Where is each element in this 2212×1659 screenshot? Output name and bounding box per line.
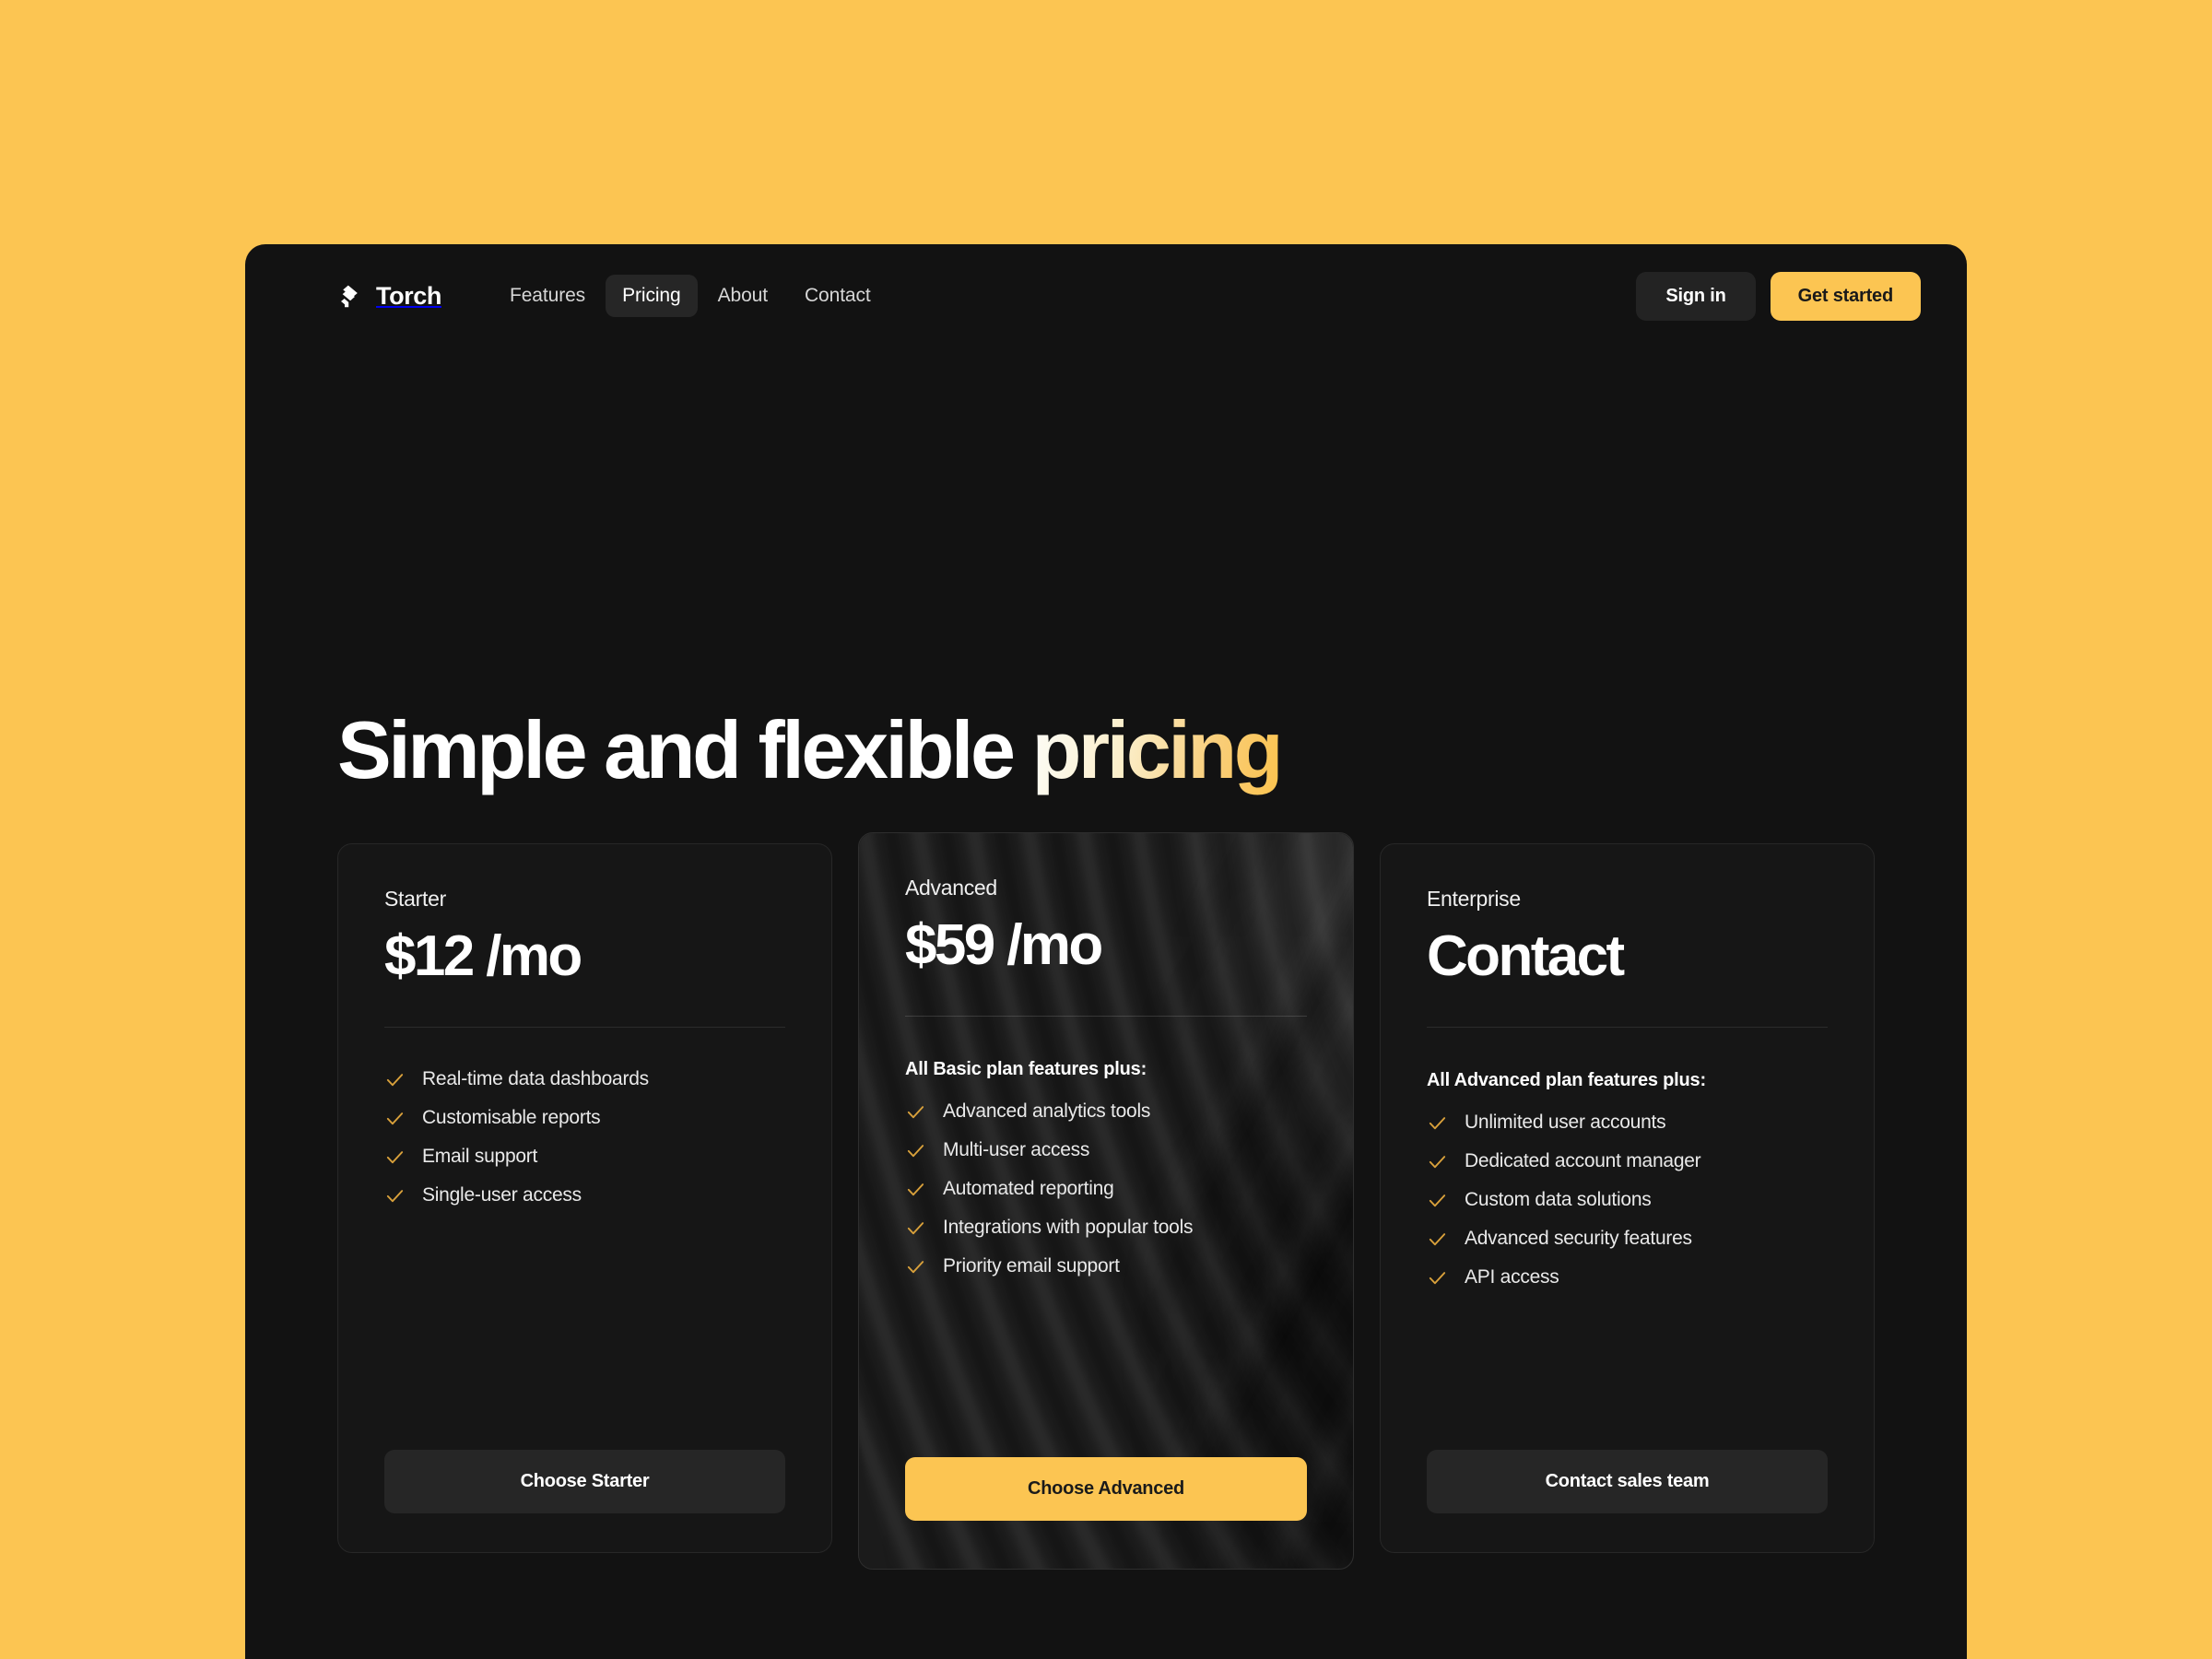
check-icon — [905, 1256, 926, 1277]
nav-item-about[interactable]: About — [701, 275, 784, 317]
feature-label: Advanced analytics tools — [943, 1100, 1151, 1123]
feature-label: Email support — [422, 1146, 538, 1168]
signal-waves-icon — [337, 282, 365, 310]
feature-label: Multi-user access — [943, 1139, 1090, 1161]
feature-item: Multi-user access — [905, 1139, 1307, 1161]
pricing-plans-grid: Starter $12 /mo Real-time data dashboard… — [337, 832, 1875, 1570]
feature-label: Real-time data dashboards — [422, 1068, 649, 1090]
feature-item: Advanced security features — [1427, 1228, 1828, 1250]
page-title-plain: Simple and flexible — [337, 704, 1032, 795]
check-icon — [1427, 1112, 1448, 1134]
plan-features-intro: All Advanced plan features plus: — [1427, 1070, 1706, 1091]
feature-item: Single-user access — [384, 1184, 785, 1206]
feature-item: Custom data solutions — [1427, 1189, 1828, 1211]
hero-section: Simple and flexible pricing — [337, 710, 1284, 791]
plan-card-enterprise: Enterprise Contact All Advanced plan fea… — [1380, 843, 1875, 1553]
feature-label: Advanced security features — [1465, 1228, 1692, 1250]
plan-name: Advanced — [905, 876, 997, 900]
feature-label: Single-user access — [422, 1184, 582, 1206]
feature-item: Advanced analytics tools — [905, 1100, 1307, 1123]
header-actions: Sign in Get started — [1636, 271, 1921, 321]
check-icon — [1427, 1151, 1448, 1172]
feature-label: Automated reporting — [943, 1178, 1114, 1200]
primary-nav: Features Pricing About Contact — [493, 275, 888, 317]
feature-item: Priority email support — [905, 1255, 1307, 1277]
feature-label: API access — [1465, 1266, 1559, 1288]
plan-divider — [1427, 1027, 1828, 1029]
brand-name: Torch — [376, 281, 441, 310]
get-started-button[interactable]: Get started — [1770, 271, 1921, 321]
page-title: Simple and flexible pricing — [337, 710, 1284, 791]
sign-in-button[interactable]: Sign in — [1636, 271, 1756, 321]
check-icon — [905, 1140, 926, 1161]
nav-item-pricing[interactable]: Pricing — [606, 275, 698, 317]
choose-advanced-button[interactable]: Choose Advanced — [905, 1457, 1307, 1521]
feature-item: Customisable reports — [384, 1107, 785, 1129]
feature-item: Dedicated account manager — [1427, 1150, 1828, 1172]
contact-sales-team-button[interactable]: Contact sales team — [1427, 1450, 1828, 1513]
check-icon — [1427, 1267, 1448, 1288]
plan-name: Starter — [384, 887, 446, 911]
plan-price: Contact — [1427, 924, 1625, 988]
feature-item: Unlimited user accounts — [1427, 1112, 1828, 1134]
plan-divider — [384, 1027, 785, 1029]
plan-name: Enterprise — [1427, 887, 1521, 911]
feature-item: Automated reporting — [905, 1178, 1307, 1200]
plan-price: $12 /mo — [384, 924, 582, 988]
feature-label: Customisable reports — [422, 1107, 601, 1129]
feature-item: Integrations with popular tools — [905, 1217, 1307, 1239]
choose-starter-button[interactable]: Choose Starter — [384, 1450, 785, 1513]
feature-label: Dedicated account manager — [1465, 1150, 1701, 1172]
feature-item: Email support — [384, 1146, 785, 1168]
app-panel: Torch Features Pricing About Contact Sig… — [245, 244, 1967, 1659]
feature-item: Real-time data dashboards — [384, 1068, 785, 1090]
feature-label: Integrations with popular tools — [943, 1217, 1194, 1239]
plan-features-list: Unlimited user accounts Dedicated accoun… — [1427, 1112, 1828, 1288]
plan-features-intro: All Basic plan features plus: — [905, 1059, 1147, 1080]
feature-label: Custom data solutions — [1465, 1189, 1652, 1211]
feature-label: Unlimited user accounts — [1465, 1112, 1666, 1134]
check-icon — [905, 1218, 926, 1239]
check-icon — [384, 1185, 406, 1206]
check-icon — [384, 1147, 406, 1168]
plan-features-list: Real-time data dashboards Customisable r… — [384, 1068, 785, 1206]
page-title-accent: pricing — [1031, 704, 1284, 795]
nav-item-features[interactable]: Features — [493, 275, 602, 317]
plan-card-starter: Starter $12 /mo Real-time data dashboard… — [337, 843, 832, 1553]
brand-logo[interactable]: Torch — [337, 282, 441, 311]
plan-divider — [905, 1016, 1307, 1018]
check-icon — [384, 1069, 406, 1090]
site-header: Torch Features Pricing About Contact Sig… — [245, 244, 1967, 347]
feature-label: Priority email support — [943, 1255, 1120, 1277]
plan-card-advanced: Advanced $59 /mo All Basic plan features… — [858, 832, 1354, 1570]
check-icon — [1427, 1190, 1448, 1211]
check-icon — [384, 1108, 406, 1129]
plan-price: $59 /mo — [905, 913, 1103, 977]
plan-features-list: Advanced analytics tools Multi-user acce… — [905, 1100, 1307, 1277]
nav-item-contact[interactable]: Contact — [788, 275, 888, 317]
feature-item: API access — [1427, 1266, 1828, 1288]
check-icon — [905, 1179, 926, 1200]
check-icon — [1427, 1229, 1448, 1250]
check-icon — [905, 1101, 926, 1123]
